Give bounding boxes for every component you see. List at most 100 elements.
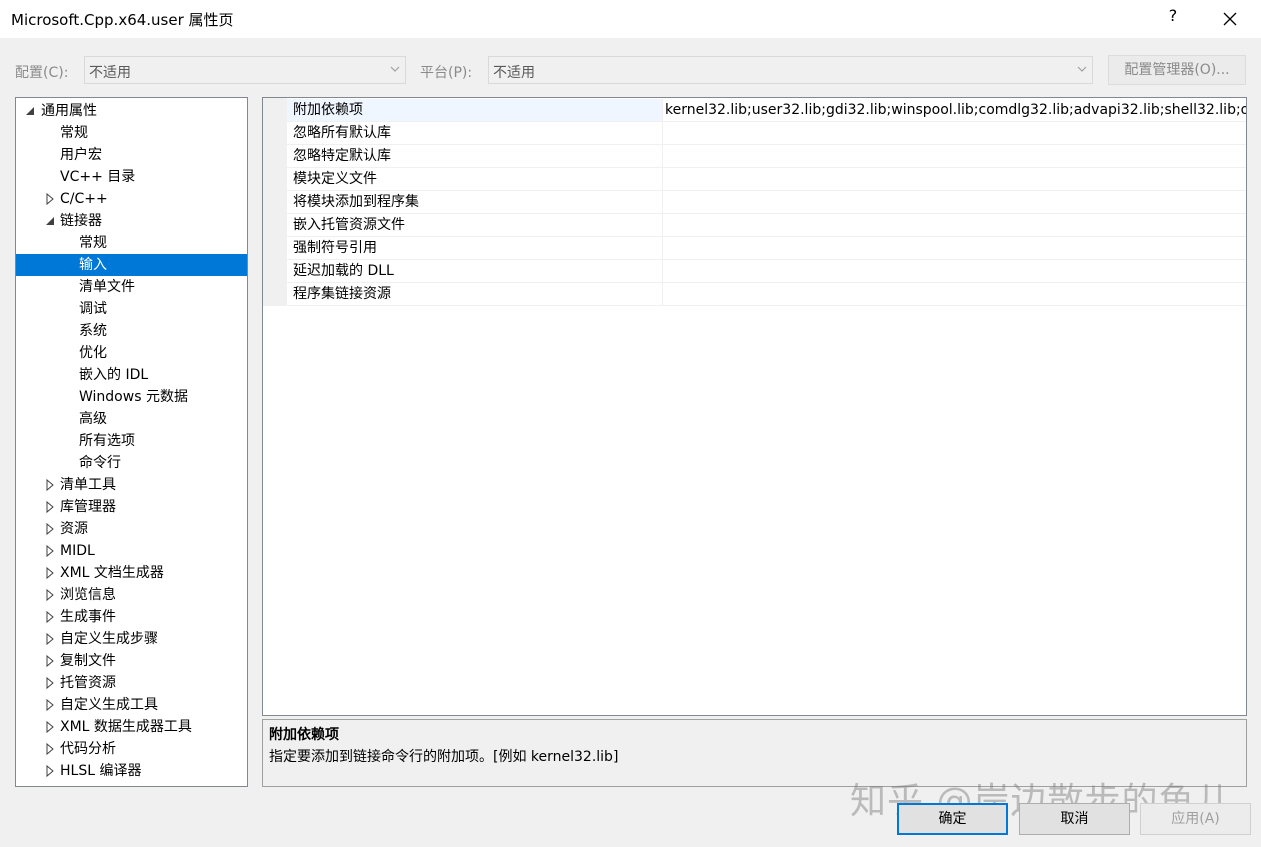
tree-item-xml-doc-generator[interactable]: XML 文档生成器 (16, 562, 247, 584)
close-button[interactable] (1212, 4, 1248, 34)
tree-item-debugging[interactable]: 调试 (16, 298, 247, 320)
config-select[interactable]: 不适用 (84, 56, 406, 84)
tree-item-general[interactable]: 常规 (16, 122, 247, 144)
tree-item-label: 嵌入的 IDL (79, 367, 149, 383)
property-name: 将模块添加到程序集 (287, 191, 662, 214)
collapsed-arrow-icon[interactable] (44, 540, 56, 562)
tree-item-linker-input[interactable]: 输入 (16, 254, 247, 276)
property-row-assembly-link-resource[interactable]: 程序集链接资源 (263, 283, 1246, 306)
collapsed-arrow-icon[interactable] (44, 650, 56, 672)
tree-item-label: VC++ 目录 (60, 169, 136, 185)
collapsed-arrow-icon[interactable] (44, 694, 56, 716)
property-value[interactable] (663, 145, 1246, 168)
tree-item-optimization[interactable]: 优化 (16, 342, 247, 364)
apply-button[interactable]: 应用(A) (1140, 803, 1251, 835)
property-value[interactable] (663, 237, 1246, 260)
config-label: 配置(C): (15, 65, 69, 81)
help-button[interactable]: ? (1163, 6, 1183, 30)
platform-select-value: 不适用 (493, 65, 535, 81)
expanded-arrow-icon[interactable] (24, 100, 36, 122)
tree-item-label: 高级 (79, 411, 107, 427)
property-grid[interactable]: 附加依赖项 kernel32.lib;user32.lib;gdi32.lib;… (262, 97, 1247, 716)
chevron-down-icon (1077, 66, 1087, 72)
configuration-manager-button[interactable]: 配置管理器(O)... (1108, 55, 1246, 85)
tree-item-vc-directories[interactable]: VC++ 目录 (16, 166, 247, 188)
tree-item-custom-build-step[interactable]: 自定义生成步骤 (16, 628, 247, 650)
property-name: 延迟加载的 DLL (287, 260, 662, 283)
tree-item-all-options[interactable]: 所有选项 (16, 430, 247, 452)
collapsed-arrow-icon[interactable] (44, 716, 56, 738)
property-row-module-definition-file[interactable]: 模块定义文件 (263, 168, 1246, 191)
property-name: 附加依赖项 (287, 99, 662, 122)
tree-item-custom-build-tool[interactable]: 自定义生成工具 (16, 694, 247, 716)
tree-item-label: C/C++ (60, 191, 108, 207)
property-value[interactable]: kernel32.lib;user32.lib;gdi32.lib;winspo… (663, 99, 1246, 122)
tree-item-label: 自定义生成步骤 (60, 631, 158, 647)
property-row-additional-dependencies[interactable]: 附加依赖项 kernel32.lib;user32.lib;gdi32.lib;… (263, 99, 1246, 122)
tree-item-label: 浏览信息 (60, 587, 116, 603)
collapsed-arrow-icon[interactable] (44, 496, 56, 518)
tree-item-label: 输入 (79, 257, 107, 273)
tree-item-label: 优化 (79, 345, 107, 361)
tree-item-system[interactable]: 系统 (16, 320, 247, 342)
tree-item-browse-info[interactable]: 浏览信息 (16, 584, 247, 606)
tree-item-embedded-idl[interactable]: 嵌入的 IDL (16, 364, 247, 386)
collapsed-arrow-icon[interactable] (44, 760, 56, 782)
config-select-value: 不适用 (89, 65, 131, 81)
property-value[interactable] (663, 191, 1246, 214)
tree-item-linker-general[interactable]: 常规 (16, 232, 247, 254)
collapsed-arrow-icon[interactable] (44, 606, 56, 628)
tree-item-label: 调试 (79, 301, 107, 317)
property-row-add-module-to-assembly[interactable]: 将模块添加到程序集 (263, 191, 1246, 214)
tree-item-resources[interactable]: 资源 (16, 518, 247, 540)
collapsed-arrow-icon[interactable] (44, 188, 56, 210)
tree-item-xml-data-generator[interactable]: XML 数据生成器工具 (16, 716, 247, 738)
property-value[interactable] (663, 122, 1246, 145)
property-value[interactable] (663, 260, 1246, 283)
tree-item-advanced[interactable]: 高级 (16, 408, 247, 430)
tree-item-label: 自定义生成工具 (60, 697, 158, 713)
tree-item-build-events[interactable]: 生成事件 (16, 606, 247, 628)
platform-select[interactable]: 不适用 (488, 56, 1093, 84)
tree-item-user-macros[interactable]: 用户宏 (16, 144, 247, 166)
ok-button[interactable]: 确定 (897, 803, 1008, 835)
tree-item-code-analysis[interactable]: 代码分析 (16, 738, 247, 760)
property-name: 忽略特定默认库 (287, 145, 662, 168)
tree-item-midl[interactable]: MIDL (16, 540, 247, 562)
property-name: 模块定义文件 (287, 168, 662, 191)
collapsed-arrow-icon[interactable] (44, 518, 56, 540)
collapsed-arrow-icon[interactable] (44, 738, 56, 760)
property-value[interactable] (663, 168, 1246, 191)
property-row-force-symbol-references[interactable]: 强制符号引用 (263, 237, 1246, 260)
property-value[interactable] (663, 283, 1246, 306)
property-value[interactable] (663, 214, 1246, 237)
property-row-ignore-all-default-libraries[interactable]: 忽略所有默认库 (263, 122, 1246, 145)
tree-item-manifest-tool[interactable]: 清单工具 (16, 474, 247, 496)
expanded-arrow-icon[interactable] (44, 210, 56, 232)
chevron-down-icon (390, 66, 400, 72)
collapsed-arrow-icon[interactable] (44, 672, 56, 694)
tree-item-command-line[interactable]: 命令行 (16, 452, 247, 474)
tree-item-manifest-file[interactable]: 清单文件 (16, 276, 247, 298)
collapsed-arrow-icon[interactable] (44, 628, 56, 650)
tree-item-managed-resources[interactable]: 托管资源 (16, 672, 247, 694)
collapsed-arrow-icon[interactable] (44, 584, 56, 606)
tree-item-common-properties[interactable]: 通用属性 (16, 100, 247, 122)
property-name: 强制符号引用 (287, 237, 662, 260)
tree-item-label: 代码分析 (60, 741, 116, 757)
property-row-ignore-specific-default-libraries[interactable]: 忽略特定默认库 (263, 145, 1246, 168)
collapsed-arrow-icon[interactable] (44, 562, 56, 584)
tree-item-windows-metadata[interactable]: Windows 元数据 (16, 386, 247, 408)
tree-item-copy-file[interactable]: 复制文件 (16, 650, 247, 672)
tree-item-hlsl-compiler[interactable]: HLSL 编译器 (16, 760, 247, 782)
category-tree[interactable]: 通用属性 常规 用户宏 VC++ 目录 C/C++ 链接器 常规 输入 清单文件… (15, 97, 248, 787)
collapsed-arrow-icon[interactable] (44, 474, 56, 496)
property-row-embed-managed-resource-file[interactable]: 嵌入托管资源文件 (263, 214, 1246, 237)
tree-item-librarian[interactable]: 库管理器 (16, 496, 247, 518)
cancel-button[interactable]: 取消 (1019, 803, 1130, 835)
tree-item-c-cpp[interactable]: C/C++ (16, 188, 247, 210)
description-text: 指定要添加到链接命令行的附加项。[例如 kernel32.lib] (269, 749, 619, 765)
property-name: 程序集链接资源 (287, 283, 662, 306)
tree-item-linker[interactable]: 链接器 (16, 210, 247, 232)
property-row-delay-loaded-dlls[interactable]: 延迟加载的 DLL (263, 260, 1246, 283)
